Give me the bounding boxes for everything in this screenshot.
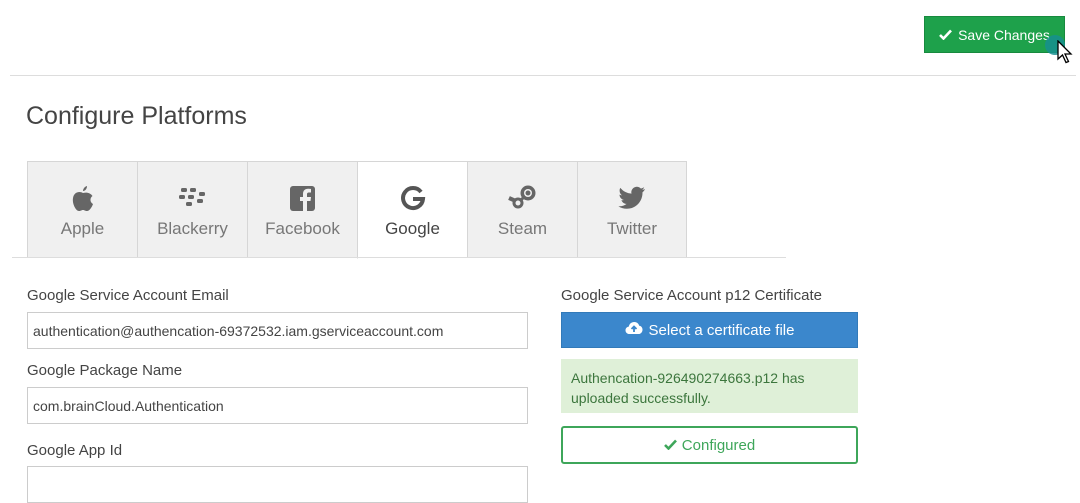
select-certificate-button[interactable]: Select a certificate file — [561, 312, 858, 348]
google-icon — [400, 183, 426, 213]
select-certificate-label: Select a certificate file — [648, 321, 795, 339]
steam-icon — [507, 183, 538, 213]
tab-label: Apple — [60, 219, 105, 238]
tab-label: Twitter — [606, 219, 658, 238]
certificate-label: Google Service Account p12 Certificate — [561, 287, 822, 304]
blackberry-icon — [178, 183, 208, 213]
save-changes-label: Save Changes — [958, 26, 1050, 43]
tab-blackberry[interactable]: Blackerry — [137, 161, 247, 258]
app-id-label: Google App Id — [27, 442, 123, 459]
facebook-icon — [290, 183, 315, 213]
email-field[interactable] — [27, 312, 528, 349]
email-label: Google Service Account Email — [27, 287, 229, 304]
tab-facebook[interactable]: Facebook — [247, 161, 357, 258]
package-name-field[interactable] — [27, 387, 528, 424]
tab-label: Google — [385, 219, 440, 238]
configured-label: Configured — [681, 436, 756, 454]
tab-label: Facebook — [265, 219, 340, 238]
tab-label: Blackerry — [157, 219, 228, 238]
tab-steam[interactable]: Steam — [467, 161, 577, 258]
header-divider — [10, 75, 1076, 76]
tabs-divider — [12, 257, 786, 258]
configured-button[interactable]: Configured — [561, 426, 858, 464]
upload-success-message: Authencation-926490274663.p12 has upload… — [571, 370, 805, 406]
check-icon — [939, 27, 953, 43]
apple-icon — [71, 183, 95, 213]
check-icon — [663, 437, 677, 454]
package-name-label: Google Package Name — [27, 362, 183, 379]
app-id-field[interactable] — [27, 466, 528, 503]
twitter-icon — [618, 183, 646, 213]
mouse-pointer-icon — [1057, 39, 1073, 69]
tab-twitter[interactable]: Twitter — [577, 161, 687, 258]
save-changes-button[interactable]: Save Changes — [924, 16, 1065, 53]
page-title: Configure Platforms — [26, 102, 247, 130]
cloud-upload-icon — [625, 321, 643, 339]
tab-google[interactable]: Google — [357, 161, 467, 259]
tab-apple[interactable]: Apple — [27, 161, 137, 258]
upload-success-alert: Authencation-926490274663.p12 has upload… — [561, 359, 858, 413]
tab-label: Steam — [497, 219, 548, 238]
